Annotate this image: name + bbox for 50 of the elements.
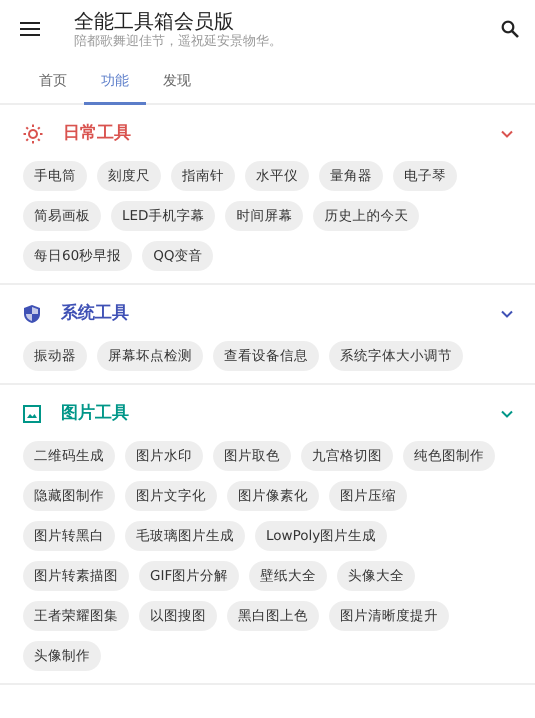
tool-chip[interactable]: 图片取色	[213, 441, 291, 471]
chevron-icon[interactable]	[501, 130, 513, 138]
tool-chip[interactable]: 每日60秒早报	[23, 241, 132, 271]
tool-chip[interactable]: 毛玻璃图片生成	[125, 521, 245, 551]
tool-chip[interactable]: 系统字体大小调节	[329, 341, 463, 371]
tool-chip[interactable]: QQ变音	[142, 241, 214, 271]
tool-chip[interactable]: LED手机字幕	[111, 201, 216, 231]
tool-chip[interactable]: 黑白图上色	[227, 601, 319, 631]
tab[interactable]: 发现	[146, 60, 208, 105]
chevron-icon[interactable]	[501, 410, 513, 418]
tool-chip[interactable]: 历史上的今天	[313, 201, 420, 231]
tool-chip[interactable]: 图片转黑白	[23, 521, 115, 551]
tool-chip[interactable]: 振动器	[23, 341, 87, 371]
tool-chip[interactable]: 图片压缩	[329, 481, 407, 511]
tab[interactable]: 首页	[22, 60, 84, 105]
app-subtitle: 陪都歌舞迎佳节，遥祝延安景物华。	[74, 32, 283, 50]
section-title: 图片工具	[61, 402, 130, 426]
tool-chip[interactable]: 量角器	[319, 161, 383, 191]
tool-chip[interactable]: GIF图片分解	[139, 561, 240, 591]
tool-chip[interactable]: 时间屏幕	[225, 201, 304, 231]
tool-chip[interactable]: 图片转素描图	[23, 561, 129, 591]
tab[interactable]: 功能	[84, 60, 146, 105]
tool-chip[interactable]: 图片像素化	[227, 481, 319, 511]
menu-icon[interactable]	[20, 21, 40, 37]
tool-chip[interactable]: 纯色图制作	[403, 441, 495, 471]
tool-chip[interactable]: 图片清晰度提升	[329, 601, 449, 631]
tool-chip[interactable]: 屏幕坏点检测	[97, 341, 203, 371]
tool-chip[interactable]: 手电筒	[23, 161, 87, 191]
app-title: 全能工具箱会员版	[74, 8, 235, 32]
tool-chip[interactable]: 九宫格切图	[301, 441, 393, 471]
section-title: 系统工具	[61, 302, 130, 326]
tool-chip[interactable]: 隐藏图制作	[23, 481, 115, 511]
tool-chip[interactable]: 图片水印	[125, 441, 203, 471]
tool-chip[interactable]: 查看设备信息	[213, 341, 319, 371]
tool-chip[interactable]: 水平仪	[245, 161, 309, 191]
tool-chip[interactable]: 简易画板	[23, 201, 101, 231]
tool-chip[interactable]: 以图搜图	[139, 601, 217, 631]
chevron-icon[interactable]	[501, 310, 513, 318]
tool-chip[interactable]: 头像大全	[337, 561, 416, 591]
tool-chip[interactable]: 头像制作	[23, 641, 101, 671]
tool-chip[interactable]: 指南针	[171, 161, 235, 191]
tool-chip[interactable]: 电子琴	[393, 161, 457, 191]
section-title: 日常工具	[63, 122, 132, 146]
search-icon[interactable]	[501, 20, 519, 38]
tool-chip[interactable]: 刻度尺	[97, 161, 161, 191]
tool-chip[interactable]: 图片文字化	[125, 481, 217, 511]
tool-chip[interactable]: LowPoly图片生成	[255, 521, 388, 551]
tool-chip[interactable]: 壁纸大全	[249, 561, 328, 591]
tool-chip[interactable]: 王者荣耀图集	[23, 601, 129, 631]
tool-chip[interactable]: 二维码生成	[23, 441, 115, 471]
